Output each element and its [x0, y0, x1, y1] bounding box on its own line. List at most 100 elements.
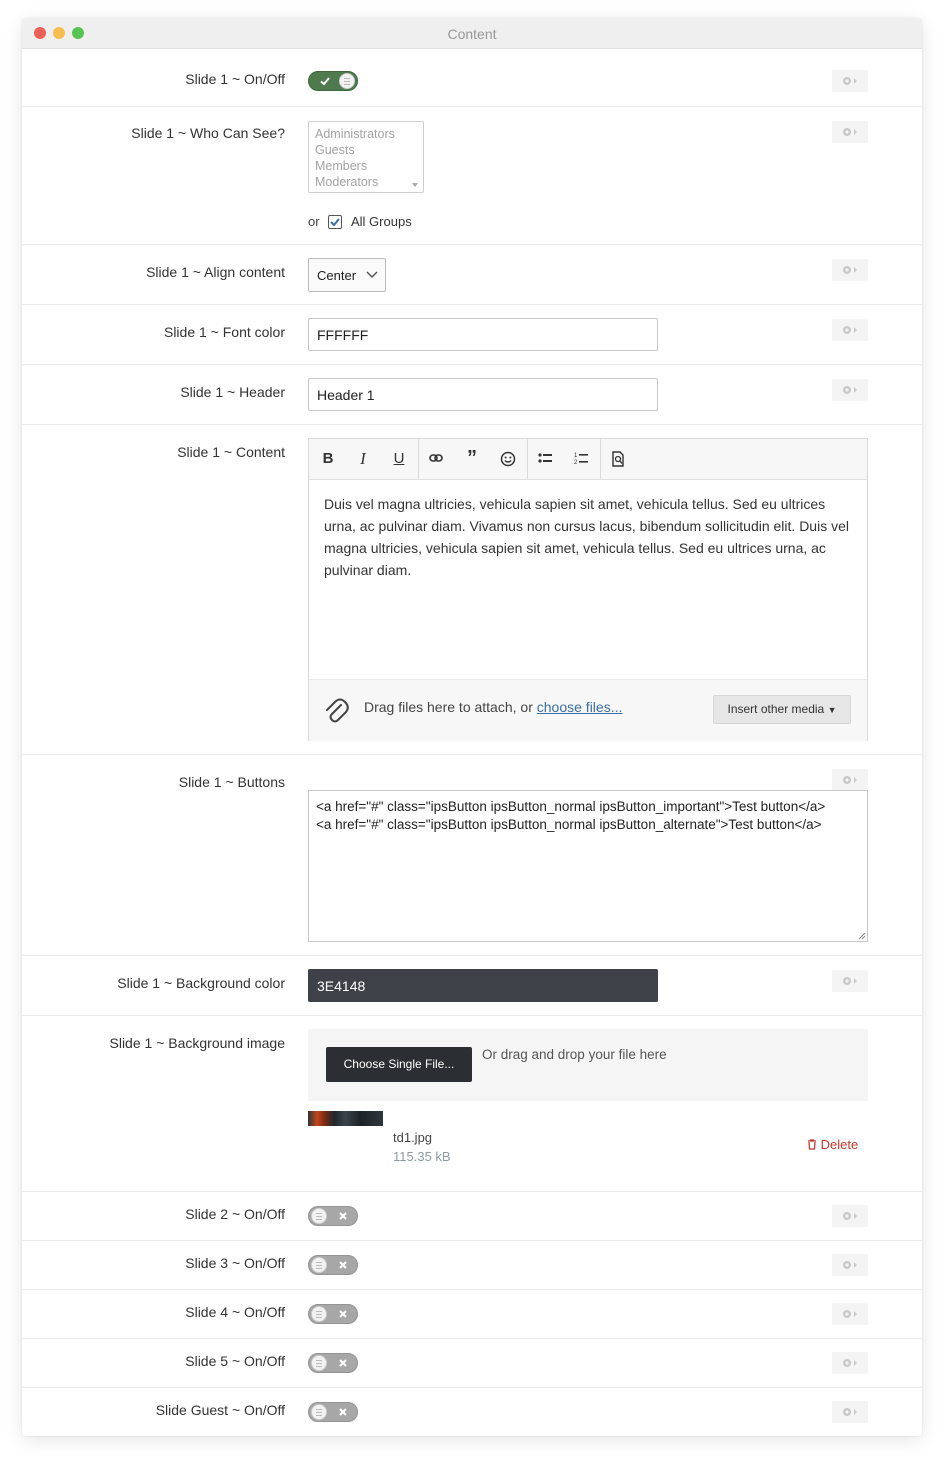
row-slide2-onoff: Slide 2 ~ On/Off — [22, 1192, 922, 1241]
field-label: Slide 1 ~ On/Off — [185, 71, 285, 87]
option-moderators[interactable]: Moderators — [315, 174, 417, 190]
groups-multiselect[interactable]: Administrators Guests Members Moderators — [308, 121, 424, 193]
numbered-list-button[interactable]: 12 — [564, 439, 598, 479]
gear-icon — [843, 1212, 857, 1220]
quote-button[interactable]: ” — [455, 439, 489, 479]
row-slide1-bgimage: Slide 1 ~ Background image Choose Single… — [22, 1016, 922, 1192]
resize-handle-icon[interactable] — [857, 931, 866, 940]
preview-button[interactable] — [601, 439, 635, 479]
slide1-onoff-toggle[interactable] — [308, 71, 358, 91]
bold-button[interactable]: B — [311, 439, 345, 479]
settings-gear-button[interactable] — [832, 970, 868, 992]
header-input[interactable]: Header 1 — [308, 378, 658, 411]
svg-text:1: 1 — [574, 453, 578, 459]
font-color-value: FFFFFF — [317, 327, 369, 343]
file-drop-zone[interactable]: Choose Single File... Or drag and drop y… — [308, 1029, 868, 1101]
field-label: Slide 1 ~ Align content — [146, 264, 285, 280]
field-label: Slide 1 ~ Background image — [109, 1035, 286, 1051]
close-icon — [339, 1310, 347, 1318]
insert-media-button[interactable]: Insert other media ▼ — [713, 695, 851, 724]
field-label: Slide 1 ~ Background color — [117, 975, 285, 991]
option-guests[interactable]: Guests — [315, 142, 417, 158]
settings-gear-button[interactable] — [832, 121, 868, 143]
rich-text-editor: B I U ” 12 Duis vel magna ultricies, veh… — [308, 438, 868, 741]
header-value: Header 1 — [317, 387, 375, 403]
settings-gear-button[interactable] — [832, 259, 868, 281]
field-label: Slide 1 ~ Font color — [163, 324, 285, 340]
field-label: Slide 1 ~ Content — [177, 444, 285, 460]
toggle-knob — [311, 1355, 327, 1371]
gear-icon — [843, 1261, 857, 1269]
editor-toolbar: B I U ” 12 — [309, 439, 867, 480]
slide3-onoff-toggle[interactable] — [308, 1255, 358, 1275]
field-label: Slide Guest ~ On/Off — [155, 1402, 285, 1418]
all-groups-checkbox[interactable] — [328, 215, 342, 229]
align-content-select[interactable]: Center — [308, 258, 386, 292]
settings-gear-button[interactable] — [832, 1352, 868, 1374]
toggle-knob — [339, 73, 355, 89]
slide4-onoff-toggle[interactable] — [308, 1304, 358, 1324]
slideguest-onoff-toggle[interactable] — [308, 1402, 358, 1422]
title-bar: Content — [22, 18, 922, 49]
quote-icon: ” — [467, 447, 477, 469]
option-administrators[interactable]: Administrators — [315, 126, 417, 142]
choose-files-link[interactable]: choose files... — [537, 699, 623, 715]
gear-icon — [843, 386, 857, 394]
bullet-list-button[interactable] — [528, 439, 562, 479]
settings-gear-button[interactable] — [832, 379, 868, 401]
toggle-knob — [311, 1257, 327, 1273]
gear-icon — [843, 266, 857, 274]
settings-gear-button[interactable] — [832, 1254, 868, 1276]
row-slide1-bgcolor: Slide 1 ~ Background color 3E4148 — [22, 956, 922, 1016]
gear-icon — [843, 1408, 857, 1416]
delete-file-button[interactable]: Delete — [807, 1137, 858, 1152]
or-text: or — [308, 214, 320, 229]
insert-media-label: Insert other media — [727, 702, 825, 716]
scroll-down-icon[interactable] — [412, 183, 418, 187]
choose-file-button[interactable]: Choose Single File... — [326, 1047, 472, 1082]
file-name: td1.jpg — [393, 1130, 433, 1145]
emoji-button[interactable] — [491, 439, 525, 479]
close-icon — [339, 1261, 347, 1269]
underline-button[interactable]: U — [382, 439, 416, 479]
editor-content[interactable]: Duis vel magna ultricies, vehicula sapie… — [324, 493, 854, 581]
link-button[interactable] — [419, 439, 453, 479]
row-slide1-whocansee: Slide 1 ~ Who Can See? Administrators Gu… — [22, 107, 922, 245]
gear-icon — [843, 1310, 857, 1318]
gear-icon — [843, 776, 857, 784]
buttons-code-textarea[interactable]: <a href="#" class="ipsButton ipsButton_n… — [308, 790, 868, 942]
row-slide1-align: Slide 1 ~ Align content Center — [22, 245, 922, 305]
code-line: <a href="#" class="ipsButton ipsButton_n… — [316, 817, 822, 832]
code-line: <a href="#" class="ipsButton ipsButton_n… — [316, 799, 826, 814]
option-members[interactable]: Members — [315, 158, 417, 174]
toggle-knob — [311, 1306, 327, 1322]
all-groups-label[interactable]: All Groups — [351, 214, 412, 229]
italic-button[interactable]: I — [346, 439, 380, 479]
chevron-down-icon — [366, 271, 378, 279]
settings-gear-button[interactable] — [832, 319, 868, 341]
settings-gear-button[interactable] — [832, 1205, 868, 1227]
drop-hint-text: Drag files here to attach, or — [364, 699, 537, 715]
background-color-input[interactable]: 3E4148 — [308, 969, 658, 1002]
row-slide1-content: Slide 1 ~ Content B I U ” 12 Duis vel ma… — [22, 425, 922, 755]
attachment-area[interactable]: Drag files here to attach, or choose fil… — [309, 679, 867, 741]
close-icon — [339, 1408, 347, 1416]
settings-gear-button[interactable] — [832, 70, 868, 92]
field-label: Slide 1 ~ Header — [180, 384, 285, 400]
settings-gear-button[interactable] — [832, 1401, 868, 1423]
settings-gear-button[interactable] — [832, 769, 868, 791]
field-label: Slide 3 ~ On/Off — [185, 1255, 285, 1271]
svg-text:2: 2 — [574, 460, 578, 465]
row-slide1-onoff: Slide 1 ~ On/Off — [22, 48, 922, 107]
align-content-value: Center — [317, 268, 357, 283]
settings-gear-button[interactable] — [832, 1303, 868, 1325]
gear-icon — [843, 77, 857, 85]
row-slide1-buttons: Slide 1 ~ Buttons <a href="#" class="ips… — [22, 755, 922, 956]
row-slide1-fontcolor: Slide 1 ~ Font color FFFFFF — [22, 305, 922, 365]
close-icon — [339, 1212, 347, 1220]
field-label: Slide 5 ~ On/Off — [185, 1353, 285, 1369]
close-icon — [339, 1359, 347, 1367]
slide2-onoff-toggle[interactable] — [308, 1206, 358, 1226]
font-color-input[interactable]: FFFFFF — [308, 318, 658, 351]
slide5-onoff-toggle[interactable] — [308, 1353, 358, 1373]
